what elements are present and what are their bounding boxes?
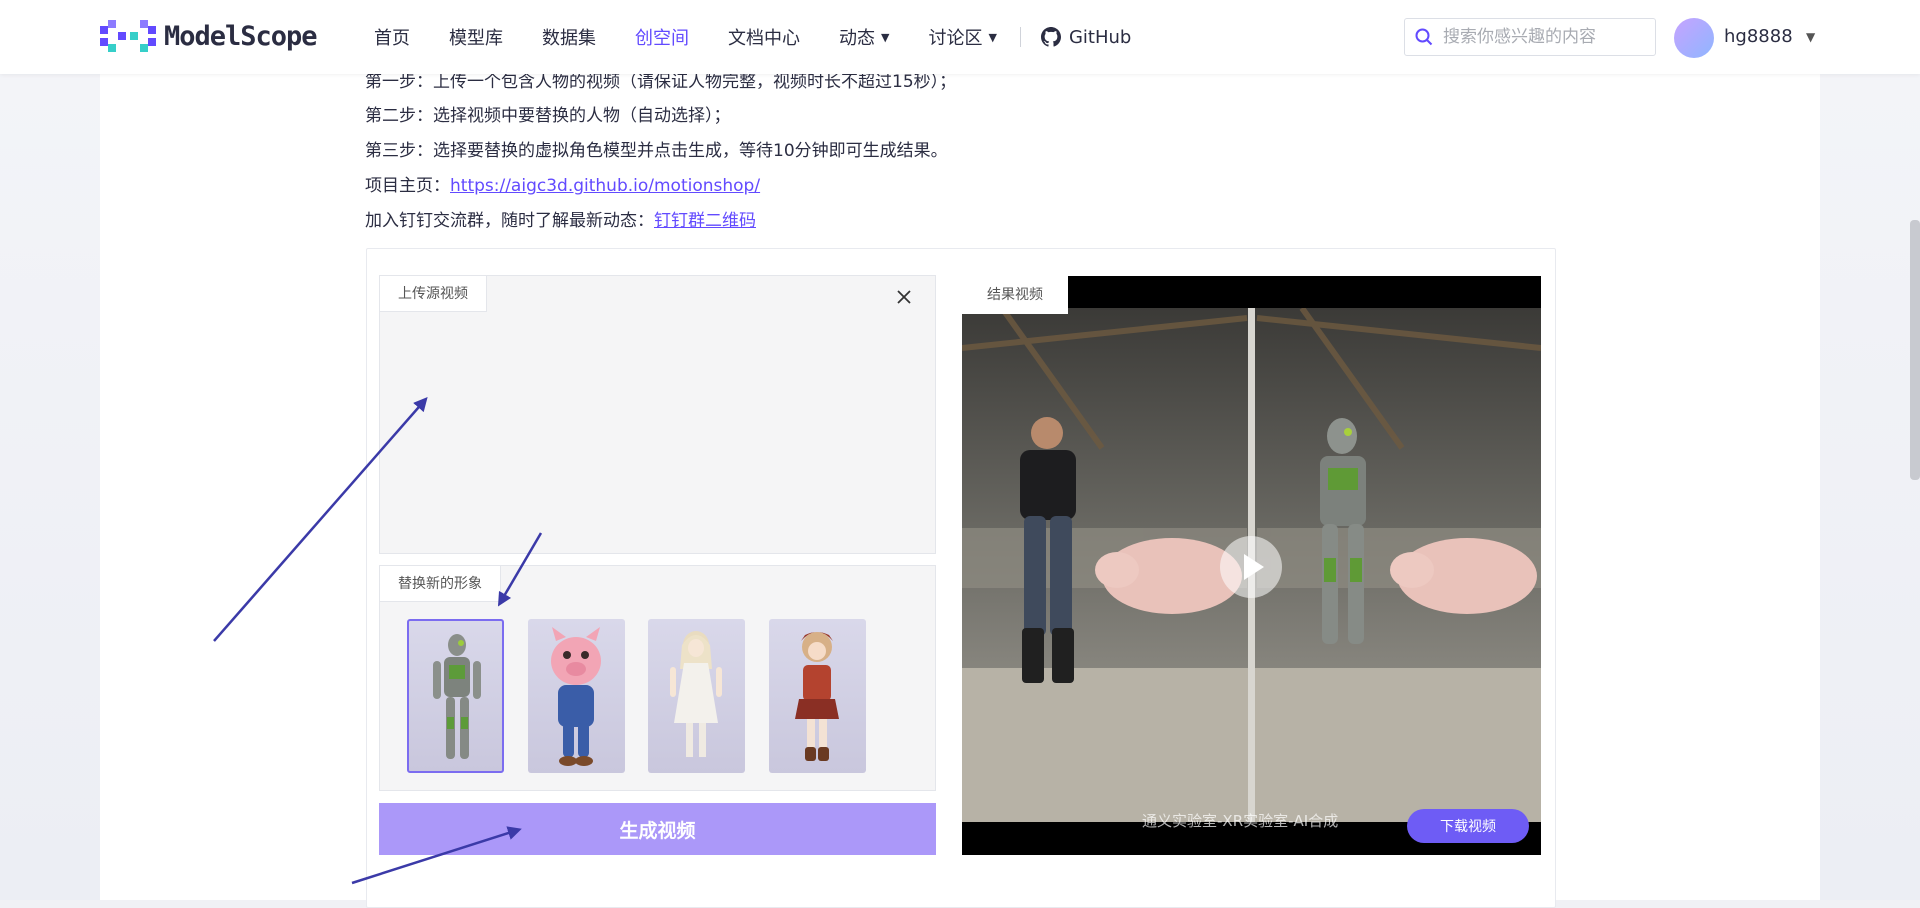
caret-down-icon: ▼ <box>881 30 890 44</box>
play-icon <box>1244 554 1264 580</box>
generate-video-button[interactable]: 生成视频 <box>379 803 936 855</box>
homepage-link[interactable]: https://aigc3d.github.io/motionshop/ <box>450 176 760 196</box>
top-navbar: ModelScope 首页 模型库 数据集 创空间 文档中心 动态 ▼ 讨论区 ▼ … <box>0 0 1920 74</box>
step-3-text: 第三步：选择要替换的虚拟角色模型并点击生成，等待10分钟即可生成结果。 <box>365 141 948 161</box>
red-outfit-girl-character-image <box>795 632 839 761</box>
nav-divider <box>1019 27 1021 47</box>
upload-video-label: 上传源视频 <box>380 276 487 312</box>
pig-character-image <box>551 627 601 766</box>
step-2-text: 第二步：选择视频中要替换的人物（自动选择）； <box>365 106 731 126</box>
user-menu-caret-icon[interactable]: ▼ <box>1806 30 1815 44</box>
character-option-white-dress-girl[interactable] <box>648 619 745 773</box>
result-video-label: 结果视频 <box>962 276 1068 314</box>
search-box <box>1404 18 1656 56</box>
play-button[interactable] <box>1220 536 1282 598</box>
white-dress-girl-character-image <box>670 631 722 757</box>
page-scrollbar[interactable] <box>1910 220 1920 480</box>
page-background-right <box>1820 74 1920 900</box>
caret-down-icon: ▼ <box>988 30 997 44</box>
user-avatar[interactable] <box>1674 18 1714 58</box>
upload-video-dropzone[interactable]: 上传源视频 <box>379 275 936 554</box>
download-video-button[interactable]: 下载视频 <box>1407 809 1529 843</box>
character-option-red-outfit-girl[interactable] <box>769 619 866 773</box>
nav-models[interactable]: 模型库 <box>449 24 503 50</box>
nav-discussion[interactable]: 讨论区 ▼ <box>928 24 996 50</box>
nav-news[interactable]: 动态 ▼ <box>839 24 889 50</box>
robot-character-image <box>433 634 481 759</box>
dingtalk-line: 加入钉钉交流群，随时了解最新动态：钉钉群二维码 <box>365 206 756 231</box>
character-option-robot[interactable] <box>407 619 504 773</box>
username[interactable]: hg8888 <box>1724 26 1793 47</box>
character-option-pig[interactable] <box>528 619 625 773</box>
result-video-panel: 结果视频 通义实验室-XR实验室-AI合成 下载视频 <box>962 276 1541 855</box>
search-icon <box>1415 28 1433 46</box>
nav-github[interactable]: GitHub <box>1040 26 1132 48</box>
dingtalk-qr-link[interactable]: 钉钉群二维码 <box>654 211 756 231</box>
video-watermark: 通义实验室-XR实验室-AI合成 <box>1142 812 1339 830</box>
nav-news-label: 动态 <box>839 28 875 49</box>
main-nav: 首页 模型库 数据集 创空间 文档中心 动态 ▼ 讨论区 ▼ GitHub <box>374 0 1131 74</box>
nav-discussion-label: 讨论区 <box>928 28 983 49</box>
logo-text: ModelScope <box>164 20 318 52</box>
nav-datasets[interactable]: 数据集 <box>542 24 596 50</box>
search-input[interactable] <box>1441 26 1645 48</box>
github-label: GitHub <box>1068 26 1132 48</box>
homepage-prefix: 项目主页： <box>365 176 450 196</box>
dingtalk-prefix: 加入钉钉交流群，随时了解最新动态： <box>365 211 654 231</box>
nav-docs[interactable]: 文档中心 <box>728 24 800 50</box>
homepage-line: 项目主页：https://aigc3d.github.io/motionshop… <box>365 171 760 196</box>
close-icon[interactable] <box>895 288 913 306</box>
nav-studios[interactable]: 创空间 <box>635 24 689 50</box>
page-background-left <box>0 74 100 900</box>
github-icon <box>1040 27 1061 47</box>
character-selector: 替换新的形象 <box>379 565 936 791</box>
modelscope-logo-icon <box>100 20 156 52</box>
logo[interactable]: ModelScope <box>100 20 318 52</box>
character-selector-label: 替换新的形象 <box>380 566 501 602</box>
nav-home[interactable]: 首页 <box>374 24 410 50</box>
